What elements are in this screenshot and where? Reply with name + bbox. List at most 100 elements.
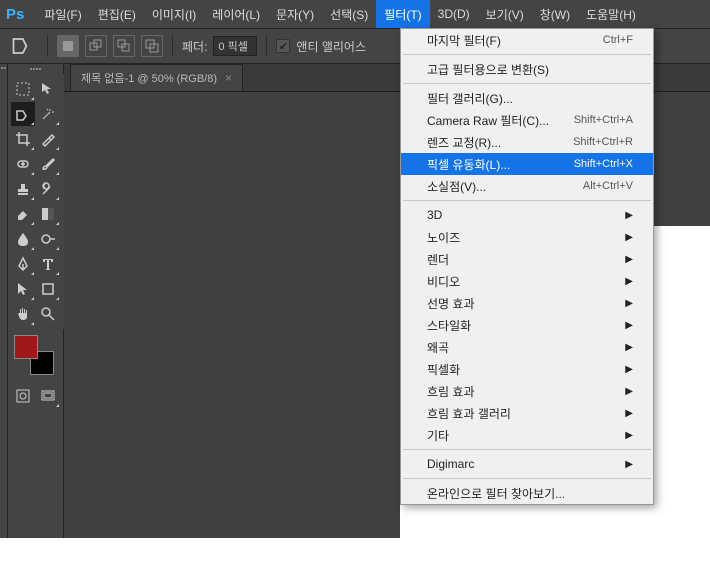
menu-help[interactable]: 도움말(H) bbox=[578, 0, 644, 28]
magic-wand-tool[interactable] bbox=[36, 102, 60, 126]
menu-filter-gallery[interactable]: 필터 갤러리(G)... bbox=[401, 87, 653, 109]
menu-separator bbox=[403, 478, 651, 479]
menu-noise[interactable]: 노이즈▶ bbox=[401, 226, 653, 248]
separator bbox=[47, 35, 48, 57]
menu-select[interactable]: 선택(S) bbox=[322, 0, 376, 28]
crop-tool[interactable] bbox=[11, 127, 35, 151]
submenu-arrow-icon: ▶ bbox=[625, 298, 633, 309]
dodge-tool[interactable] bbox=[36, 227, 60, 251]
selection-new-button[interactable] bbox=[57, 35, 79, 57]
menu-window[interactable]: 창(W) bbox=[532, 0, 578, 28]
menu-item-label: 노이즈 bbox=[427, 229, 625, 246]
submenu-arrow-icon: ▶ bbox=[625, 386, 633, 397]
menu-lens-correction[interactable]: 렌즈 교정(R)...Shift+Ctrl+R bbox=[401, 131, 653, 153]
menu-convert-smart[interactable]: 고급 필터용으로 변환(S) bbox=[401, 58, 653, 80]
menu-item-label: 비디오 bbox=[427, 273, 625, 290]
stamp-tool[interactable] bbox=[11, 177, 35, 201]
separator bbox=[266, 35, 267, 57]
brush-tool[interactable] bbox=[36, 152, 60, 176]
eraser-tool[interactable] bbox=[11, 202, 35, 226]
pen-tool[interactable] bbox=[11, 252, 35, 276]
healing-tool[interactable] bbox=[11, 152, 35, 176]
menu-digimarc[interactable]: Digimarc▶ bbox=[401, 453, 653, 475]
menu-item-label: 마지막 필터(F) bbox=[427, 32, 603, 49]
menu-item-label: 흐림 효과 갤러리 bbox=[427, 405, 625, 422]
document-tab[interactable]: 제목 없음-1 @ 50% (RGB/8) × bbox=[70, 64, 243, 91]
submenu-arrow-icon: ▶ bbox=[625, 342, 633, 353]
menu-item-label: 스타일화 bbox=[427, 317, 625, 334]
menu-item-shortcut: Shift+Ctrl+A bbox=[574, 114, 633, 126]
antialias-checkbox[interactable]: ✔ bbox=[276, 39, 290, 53]
menu-video[interactable]: 비디오▶ bbox=[401, 270, 653, 292]
panel-handle[interactable] bbox=[0, 64, 8, 538]
menu-separator bbox=[403, 54, 651, 55]
hand-tool[interactable] bbox=[11, 302, 35, 326]
menu-liquify[interactable]: 픽셀 유동화(L)...Shift+Ctrl+X bbox=[401, 153, 653, 175]
menu-image[interactable]: 이미지(I) bbox=[144, 0, 204, 28]
lasso-tool[interactable] bbox=[11, 102, 35, 126]
menu-browse-online[interactable]: 온라인으로 필터 찾아보기... bbox=[401, 482, 653, 504]
tab-close-icon[interactable]: × bbox=[225, 71, 232, 85]
selection-intersect-button[interactable] bbox=[141, 35, 163, 57]
current-tool-icon[interactable] bbox=[10, 32, 38, 60]
selection-subtract-button[interactable] bbox=[113, 35, 135, 57]
menu-render[interactable]: 렌더▶ bbox=[401, 248, 653, 270]
menu-other[interactable]: 기타▶ bbox=[401, 424, 653, 446]
menu-sharpen[interactable]: 선명 효과▶ bbox=[401, 292, 653, 314]
menu-layer[interactable]: 레이어(L) bbox=[204, 0, 268, 28]
menu-3d[interactable]: 3D(D) bbox=[430, 0, 478, 28]
zoom-tool[interactable] bbox=[36, 302, 60, 326]
submenu-arrow-icon: ▶ bbox=[625, 232, 633, 243]
move-tool[interactable] bbox=[36, 77, 60, 101]
menu-edit[interactable]: 편집(E) bbox=[90, 0, 144, 28]
menu-camera-raw[interactable]: Camera Raw 필터(C)...Shift+Ctrl+A bbox=[401, 109, 653, 131]
tools-panel bbox=[8, 64, 64, 538]
gradient-tool[interactable] bbox=[36, 202, 60, 226]
menu-item-label: 픽셀 유동화(L)... bbox=[427, 156, 574, 173]
shape-tool[interactable] bbox=[36, 277, 60, 301]
quickmask-tool[interactable] bbox=[11, 384, 35, 408]
color-swatches[interactable] bbox=[14, 335, 54, 375]
menu-type[interactable]: 문자(Y) bbox=[268, 0, 322, 28]
submenu-arrow-icon: ▶ bbox=[625, 459, 633, 470]
menu-distort[interactable]: 왜곡▶ bbox=[401, 336, 653, 358]
menu-item-label: 온라인으로 필터 찾아보기... bbox=[427, 485, 633, 502]
submenu-arrow-icon: ▶ bbox=[625, 276, 633, 287]
type-tool[interactable] bbox=[36, 252, 60, 276]
history-brush-tool[interactable] bbox=[36, 177, 60, 201]
menu-item-shortcut: Ctrl+F bbox=[603, 34, 633, 46]
menu-vanishing-point[interactable]: 소실점(V)...Alt+Ctrl+V bbox=[401, 175, 653, 197]
submenu-arrow-icon: ▶ bbox=[625, 408, 633, 419]
submenu-arrow-icon: ▶ bbox=[625, 320, 633, 331]
menu-file[interactable]: 파일(F) bbox=[36, 0, 89, 28]
submenu-arrow-icon: ▶ bbox=[625, 210, 633, 221]
menu-item-shortcut: Shift+Ctrl+X bbox=[574, 158, 633, 170]
selection-add-button[interactable] bbox=[85, 35, 107, 57]
menu-item-label: Camera Raw 필터(C)... bbox=[427, 112, 574, 129]
menu-item-label: 렌더 bbox=[427, 251, 625, 268]
foreground-color[interactable] bbox=[14, 335, 38, 359]
filter-dropdown: 마지막 필터(F) Ctrl+F 고급 필터용으로 변환(S) 필터 갤러리(G… bbox=[400, 28, 654, 505]
menu-blur[interactable]: 흐림 효과▶ bbox=[401, 380, 653, 402]
eyedropper-tool[interactable] bbox=[36, 127, 60, 151]
menu-view[interactable]: 보기(V) bbox=[478, 0, 532, 28]
menu-pixelate[interactable]: 픽셀화▶ bbox=[401, 358, 653, 380]
menu-last-filter[interactable]: 마지막 필터(F) Ctrl+F bbox=[401, 29, 653, 51]
menu-blur-gallery[interactable]: 흐림 효과 갤러리▶ bbox=[401, 402, 653, 424]
path-tool[interactable] bbox=[11, 277, 35, 301]
menu-item-label: 왜곡 bbox=[427, 339, 625, 356]
menu-filter[interactable]: 필터(T) bbox=[376, 0, 429, 28]
menu-separator bbox=[403, 449, 651, 450]
menu-3d[interactable]: 3D▶ bbox=[401, 204, 653, 226]
feather-input[interactable] bbox=[213, 36, 257, 56]
screenmode-tool[interactable] bbox=[36, 384, 60, 408]
menu-item-shortcut: Shift+Ctrl+R bbox=[573, 136, 633, 148]
antialias-label: 앤티 앨리어스 bbox=[296, 38, 366, 55]
menu-item-label: 3D bbox=[427, 208, 625, 222]
marquee-tool[interactable] bbox=[11, 77, 35, 101]
blur-tool[interactable] bbox=[11, 227, 35, 251]
menu-item-label: 소실점(V)... bbox=[427, 178, 583, 195]
menu-stylize[interactable]: 스타일화▶ bbox=[401, 314, 653, 336]
menu-separator bbox=[403, 200, 651, 201]
submenu-arrow-icon: ▶ bbox=[625, 254, 633, 265]
